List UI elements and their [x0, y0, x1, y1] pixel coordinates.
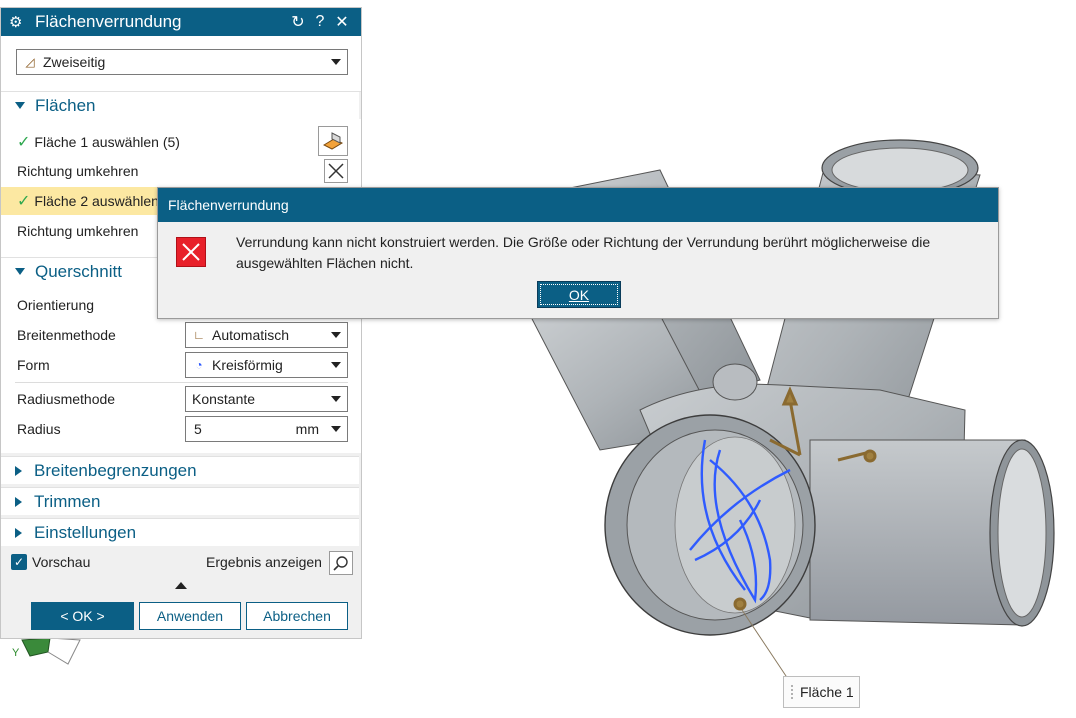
- dialog-message: Verrundung kann nicht konstruiert werden…: [236, 234, 931, 271]
- chevron-down-icon: [331, 59, 341, 65]
- preview-checkbox[interactable]: ✓ Vorschau: [11, 554, 90, 570]
- grip-icon: [790, 684, 794, 700]
- collapse-footer-icon[interactable]: [175, 582, 187, 589]
- radiusmethode-select[interactable]: Konstante: [185, 386, 348, 412]
- caret-right-icon: [15, 465, 22, 476]
- dialog-ok-button[interactable]: OK: [537, 281, 621, 308]
- orientierung-label: Orientierung: [17, 297, 95, 313]
- group-flaechen[interactable]: Flächen: [1, 91, 359, 119]
- cancel-button[interactable]: Abbrechen: [246, 602, 348, 630]
- chevron-down-icon: [331, 362, 341, 368]
- group-flaechen-label: Flächen: [35, 95, 96, 115]
- chevron-down-icon: [331, 426, 341, 432]
- group-querschnitt-label: Querschnitt: [35, 261, 122, 281]
- fillet-panel: ⚙ Flächenverrundung ↻ ? ✕ ◿ Zweiseitig F…: [0, 7, 362, 639]
- reverse1-row: Richtung umkehren: [1, 157, 359, 185]
- error-dialog: Flächenverrundung Verrundung kann nicht …: [157, 187, 999, 319]
- preview-label: Vorschau: [32, 554, 91, 570]
- divider: [15, 382, 348, 383]
- close-icon[interactable]: ✕: [331, 12, 353, 32]
- axis-y-label: Y: [12, 647, 20, 659]
- help-icon[interactable]: ?: [309, 13, 331, 31]
- face1-row[interactable]: ✓ Fläche 1 auswählen (5): [1, 128, 359, 156]
- chevron-down-icon: [331, 332, 341, 338]
- radiusmethode-value: Konstante: [192, 391, 256, 407]
- fillet-type-value: Zweiseitig: [43, 54, 106, 70]
- face-tag: Fläche 1: [783, 676, 860, 708]
- panel-titlebar: ⚙ Flächenverrundung ↻ ? ✕: [1, 8, 361, 36]
- magnifier-icon[interactable]: [329, 551, 353, 575]
- group-einstellungen[interactable]: Einstellungen: [1, 518, 359, 546]
- breitenmethode-label: Breitenmethode: [17, 327, 116, 343]
- face2-label: Fläche 2 auswählen: [34, 193, 159, 209]
- radius-label: Radius: [17, 421, 61, 437]
- chevron-down-icon: [331, 396, 341, 402]
- caret-right-icon: [15, 527, 22, 538]
- fillet-type-select[interactable]: ◿ Zweiseitig: [16, 49, 348, 75]
- group-breitenbegrenzungen[interactable]: Breitenbegrenzungen: [1, 456, 359, 484]
- reverse1-label: Richtung umkehren: [17, 163, 139, 179]
- caret-right-icon: [15, 496, 22, 507]
- checkbox-checked-icon[interactable]: ✓: [11, 554, 27, 570]
- form-label: Form: [17, 357, 50, 373]
- check-icon: ✓: [17, 134, 31, 151]
- radius-value[interactable]: 5: [190, 421, 296, 437]
- face-tag-label: Fläche 1: [800, 684, 854, 700]
- group-breitenbegrenzungen-label: Breitenbegrenzungen: [34, 460, 197, 480]
- caret-down-icon: [15, 268, 25, 275]
- radius-unit: mm: [295, 421, 319, 437]
- breitenmethode-select[interactable]: ∟ Automatisch: [185, 322, 348, 348]
- gear-icon[interactable]: ⚙: [9, 13, 27, 31]
- width-method-icon: ∟: [193, 328, 205, 342]
- check-icon: ✓: [17, 193, 31, 210]
- face1-label: Fläche 1 auswählen (5): [34, 134, 180, 150]
- dialog-title: Flächenverrundung: [158, 188, 998, 222]
- group-trimmen[interactable]: Trimmen: [1, 487, 359, 515]
- group-trimmen-label: Trimmen: [34, 491, 101, 511]
- reverse2-label: Richtung umkehren: [17, 223, 139, 239]
- apply-button[interactable]: Anwenden: [139, 602, 241, 630]
- reset-icon[interactable]: ↻: [287, 12, 309, 32]
- circular-shape-icon: ◔: [195, 358, 203, 372]
- breitenmethode-value: Automatisch: [212, 327, 290, 343]
- ok-button[interactable]: < OK >: [31, 602, 134, 630]
- panel-title: Flächenverrundung: [35, 12, 182, 31]
- radiusmethode-label: Radiusmethode: [17, 391, 116, 407]
- radius-input[interactable]: 5 mm: [185, 416, 348, 442]
- form-select[interactable]: ◔ Kreisförmig: [185, 352, 348, 378]
- fillet-type-icon: ◿: [25, 55, 35, 69]
- select-face-icon[interactable]: [318, 126, 348, 156]
- error-icon: [176, 237, 206, 267]
- show-result-label: Ergebnis anzeigen: [206, 554, 322, 570]
- view-triad: Y: [12, 637, 81, 665]
- group-einstellungen-label: Einstellungen: [34, 522, 137, 542]
- caret-down-icon: [15, 102, 25, 109]
- show-result: Ergebnis anzeigen: [206, 554, 322, 570]
- form-value: Kreisförmig: [212, 357, 283, 373]
- reverse-direction-icon[interactable]: [324, 159, 348, 183]
- tag-leader: [741, 609, 791, 683]
